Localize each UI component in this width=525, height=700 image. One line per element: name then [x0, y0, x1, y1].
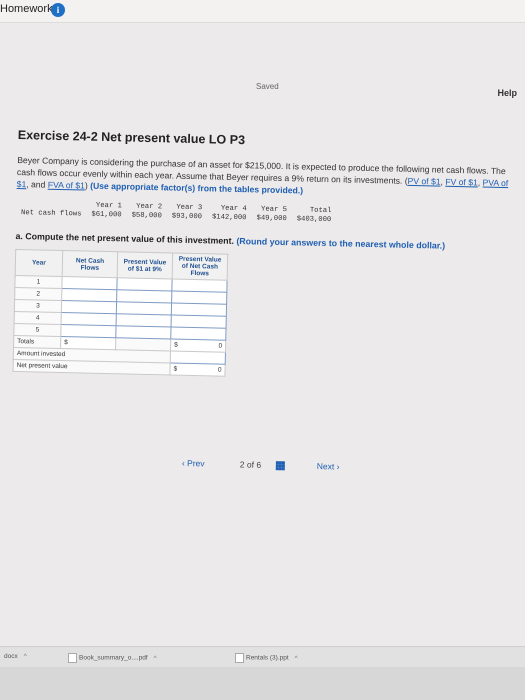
fv-of-1-link[interactable]: FV of $1 [445, 177, 478, 188]
link-separator: , [477, 177, 481, 188]
and-text: and [30, 179, 46, 190]
grid-icon[interactable] [276, 461, 285, 470]
download-item[interactable]: docx ^ [4, 653, 27, 660]
totals-label: Totals [13, 335, 61, 349]
download-item[interactable]: Book_summary_o....pdf ^ [68, 653, 157, 663]
file-icon [68, 653, 77, 663]
cash-flow-total: $403,000 [296, 215, 332, 225]
dollar-sign: $ [173, 365, 178, 373]
cash-flow-table: Year 1 Year 2 Year 3 Year 4 Year 5 Total… [16, 200, 337, 224]
exercise-content: Exercise 24-2 Net present value LO P3 Be… [12, 128, 512, 383]
page-position: 2 of 6 [239, 459, 262, 470]
download-label: Book_summary_o....pdf [79, 654, 148, 662]
link-separator: , [440, 176, 444, 187]
homework-title: Homework [0, 3, 53, 15]
info-icon[interactable]: i [51, 3, 65, 17]
pv-of-1-link[interactable]: PV of $1 [408, 176, 441, 187]
cash-flow-value: $58,000 [131, 211, 162, 221]
top-bar: Homework i [0, 0, 525, 23]
saved-status: Saved [256, 82, 279, 91]
cash-flow-value: $93,000 [171, 212, 203, 222]
col-header-pv-factor: Present Value of $1 at 9% [117, 251, 173, 280]
chevron-up-icon[interactable]: ^ [24, 653, 27, 660]
chevron-up-icon[interactable]: ^ [295, 655, 298, 662]
download-item[interactable]: Rentals (3).ppt ^ [235, 653, 298, 663]
year-cell: 3 [14, 299, 62, 313]
dollar-sign: $ [174, 341, 178, 349]
npv-label: Net present value [12, 359, 171, 376]
npv-result: $0 [169, 363, 226, 377]
download-label: docx [4, 653, 18, 660]
npv-value: 0 [217, 366, 222, 374]
year-cell: 2 [14, 287, 62, 301]
col-header-net-cash-flows: Net Cash Flows [62, 250, 118, 278]
net-cash-flows-label: Net cash flows [20, 209, 82, 219]
cash-flow-value: $49,000 [256, 214, 287, 224]
cash-flow-value: $142,000 [211, 213, 247, 223]
totals-pv-value: 0 [218, 342, 223, 350]
exercise-title: Exercise 24-2 Net present value LO P3 [17, 128, 246, 148]
chevron-up-icon[interactable]: ^ [154, 655, 157, 662]
exercise-description: Beyer Company is considering the purchas… [16, 154, 509, 196]
desk-background [0, 667, 525, 700]
help-link[interactable]: Help [497, 88, 517, 98]
question-a: a. Compute the net present value of this… [15, 231, 510, 252]
year-cell: 5 [13, 323, 62, 337]
prev-label: Prev [186, 458, 205, 469]
instruction-text: (Use appropriate factor(s) from the tabl… [90, 180, 304, 196]
fva-of-1-link[interactable]: FVA of $1 [48, 180, 85, 191]
col-header-year: Year [15, 249, 63, 277]
downloads-bar: docx ^ Book_summary_o....pdf ^ Rentals (3)… [0, 646, 525, 667]
question-instruction: (Round your answers to the nearest whole… [236, 235, 446, 251]
next-button[interactable]: Next › [317, 461, 340, 472]
npv-table: Year Net Cash Flows Present Value of $1 … [12, 249, 228, 377]
next-label: Next [316, 461, 335, 472]
year-cell: 4 [14, 311, 62, 325]
question-text: a. Compute the net present value of this… [15, 230, 235, 246]
year-cell: 1 [14, 275, 63, 289]
download-label: Rentals (3).ppt [246, 654, 289, 662]
cash-flow-value: $61,000 [91, 210, 122, 220]
prev-button[interactable]: ‹ Prev [182, 458, 205, 469]
col-header-pv-cash-flows: Present Value of Net Cash Flows [172, 253, 228, 281]
pagination: ‹ Prev 2 of 6 Next › [182, 458, 442, 480]
file-icon [235, 653, 244, 663]
